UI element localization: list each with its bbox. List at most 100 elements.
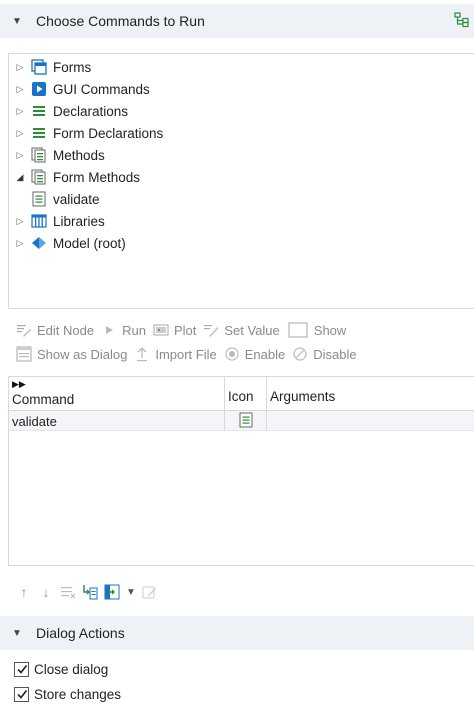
cell-arguments[interactable] <box>267 411 474 431</box>
set-value-button[interactable]: Set Value <box>203 322 280 338</box>
command-toolbar-row-1: Edit Node Run Plot Set Value Show <box>16 319 353 341</box>
collapse-arrow-icon[interactable]: ◢ <box>15 172 25 183</box>
edit-table-icon[interactable] <box>142 584 158 600</box>
section-title: Choose Commands to Run <box>36 13 205 29</box>
model-icon <box>31 235 47 251</box>
add-row-icon[interactable] <box>104 584 120 600</box>
tree-item-form-methods[interactable]: ◢ Form Methods <box>15 166 140 188</box>
expand-arrow-icon[interactable]: ▷ <box>15 62 25 73</box>
store-changes-label: Store changes <box>34 686 122 702</box>
expand-columns-icon[interactable]: ▶▶ <box>12 379 26 390</box>
enable-button[interactable]: Enable <box>224 346 285 362</box>
import-file-label: Import File <box>155 346 217 362</box>
column-header-command[interactable]: ▶▶ Command <box>9 377 225 411</box>
tree-item-validate[interactable]: validate <box>31 188 100 210</box>
tree-item-label: Model (root) <box>53 235 126 251</box>
set-value-icon <box>203 322 219 338</box>
show-icon <box>287 322 309 338</box>
forms-icon <box>31 59 47 75</box>
enable-icon <box>224 346 240 362</box>
tree-item-form-declarations[interactable]: ▷ Form Declarations <box>15 122 164 144</box>
declarations-icon <box>31 103 47 119</box>
disable-button[interactable]: Disable <box>292 346 357 362</box>
close-dialog-label: Close dialog <box>34 661 109 677</box>
import-file-button[interactable]: Import File <box>134 346 217 362</box>
expand-arrow-icon[interactable]: ▷ <box>15 216 25 227</box>
disable-icon <box>292 346 308 362</box>
method-icon <box>31 191 47 207</box>
gui-commands-icon <box>31 81 47 97</box>
plot-button[interactable]: Plot <box>153 322 196 338</box>
enable-label: Enable <box>244 346 286 362</box>
plot-label: Plot <box>173 322 197 338</box>
tree-item-model-root[interactable]: ▷ Model (root) <box>15 232 126 254</box>
tree-item-label: Form Declarations <box>53 125 164 141</box>
tree-item-label: Methods <box>53 147 105 163</box>
tree-item-declarations[interactable]: ▷ Declarations <box>15 100 129 122</box>
dialog-actions-header[interactable]: ▼ Dialog Actions <box>0 616 474 650</box>
insert-row-icon[interactable] <box>82 584 98 600</box>
commands-table[interactable]: ▶▶ Command Icon Arguments validate <box>8 376 474 566</box>
dropdown-arrow-icon[interactable]: ▼ <box>126 584 136 600</box>
commands-tree[interactable]: ▷ Forms ▷ GUI Commands ▷ Declarations ▷ … <box>8 53 474 309</box>
dialog-icon <box>16 346 32 362</box>
edit-node-icon <box>16 322 32 338</box>
form-methods-icon <box>31 169 47 185</box>
plot-icon <box>153 322 169 338</box>
move-up-icon[interactable]: ↑ <box>16 584 32 600</box>
expand-arrow-icon[interactable]: ▷ <box>15 106 25 117</box>
command-toolbar-row-2: Show as Dialog Import File Enable Disabl… <box>16 343 364 365</box>
tree-item-gui-commands[interactable]: ▷ GUI Commands <box>15 78 150 100</box>
table-tools: ↑ ↓ ▼ <box>16 582 164 602</box>
run-label: Run <box>122 322 146 338</box>
tree-item-label: Forms <box>53 59 92 75</box>
disable-label: Disable <box>313 346 357 362</box>
tree-item-methods[interactable]: ▷ Methods <box>15 144 105 166</box>
cell-icon[interactable] <box>225 411 267 431</box>
tree-item-label: GUI Commands <box>53 81 150 97</box>
column-header-arguments[interactable]: Arguments <box>267 377 474 411</box>
delete-rows-icon[interactable] <box>60 584 76 600</box>
collapse-caret-icon[interactable]: ▼ <box>12 628 22 639</box>
show-as-dialog-button[interactable]: Show as Dialog <box>16 346 127 362</box>
commands-section-header[interactable]: ▼ Choose Commands to Run <box>0 4 474 38</box>
store-changes-checkbox[interactable] <box>14 686 29 702</box>
table-header: ▶▶ Command Icon Arguments <box>9 377 474 411</box>
column-header-icon[interactable]: Icon <box>225 377 267 411</box>
expand-arrow-icon[interactable]: ▷ <box>15 84 25 95</box>
tree-item-label: Declarations <box>53 103 129 119</box>
run-button[interactable]: Run <box>101 322 146 338</box>
set-value-label: Set Value <box>224 322 280 338</box>
close-dialog-option[interactable]: Close dialog <box>14 659 108 679</box>
show-as-dialog-label: Show as Dialog <box>37 346 128 362</box>
tree-item-libraries[interactable]: ▷ Libraries <box>15 210 105 232</box>
tree-item-label: Form Methods <box>53 169 141 185</box>
tree-item-forms[interactable]: ▷ Forms <box>15 56 91 78</box>
edit-node-label: Edit Node <box>37 322 95 338</box>
column-header-label: Arguments <box>270 389 336 404</box>
expand-arrow-icon[interactable]: ▷ <box>15 150 25 161</box>
table-row[interactable]: validate <box>9 411 474 431</box>
edit-node-button[interactable]: Edit Node <box>16 322 94 338</box>
import-file-icon <box>134 346 150 362</box>
form-declarations-icon <box>31 125 47 141</box>
store-changes-option[interactable]: Store changes <box>14 684 121 704</box>
show-button[interactable]: Show <box>287 322 347 338</box>
cell-command[interactable]: validate <box>9 411 225 431</box>
expand-arrow-icon[interactable]: ▷ <box>15 128 25 139</box>
column-header-label: Command <box>12 392 75 407</box>
tree-settings-icon[interactable] <box>454 12 470 28</box>
run-icon <box>101 322 117 338</box>
libraries-icon <box>31 213 47 229</box>
expand-arrow-icon[interactable]: ▷ <box>15 238 25 249</box>
move-down-icon[interactable]: ↓ <box>38 584 54 600</box>
close-dialog-checkbox[interactable] <box>14 661 29 677</box>
column-header-label: Icon <box>228 389 254 404</box>
collapse-caret-icon[interactable]: ▼ <box>12 16 22 27</box>
show-label: Show <box>313 322 347 338</box>
method-icon <box>239 412 253 431</box>
tree-item-label: Libraries <box>53 213 105 229</box>
section-title: Dialog Actions <box>36 625 125 641</box>
tree-item-label: validate <box>53 191 100 207</box>
methods-icon <box>31 147 47 163</box>
